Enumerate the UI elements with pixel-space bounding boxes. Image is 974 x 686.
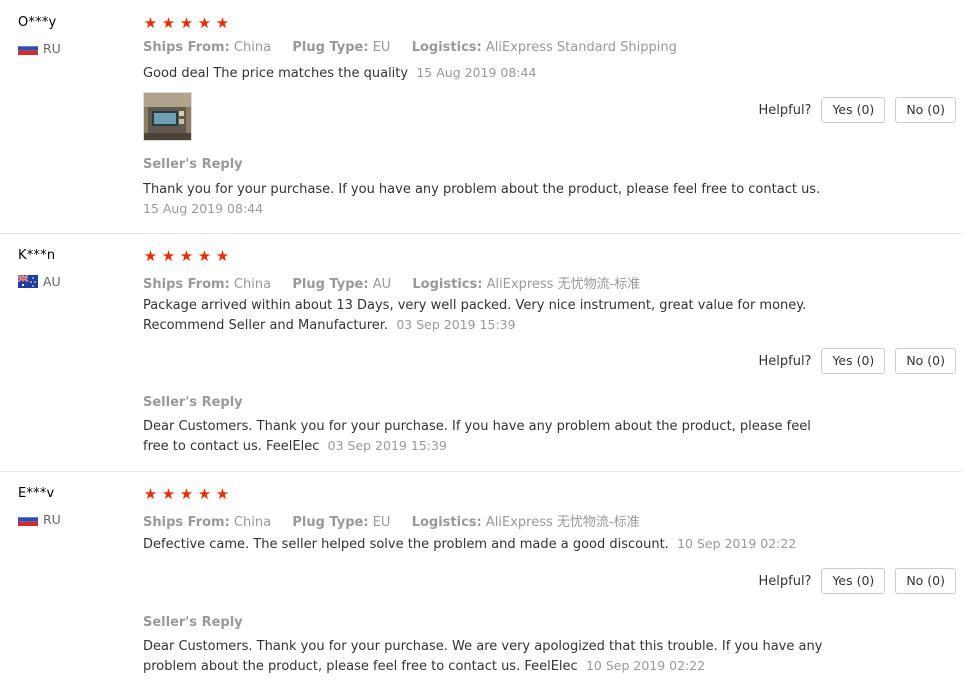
plug-type-label: Plug Type: bbox=[292, 40, 369, 55]
star-icon: ★ bbox=[161, 14, 176, 32]
helpful-yes-button[interactable]: Yes (0) bbox=[821, 568, 886, 594]
helpful-no-button[interactable]: No (0) bbox=[895, 568, 956, 594]
plug-type-value: AU bbox=[372, 277, 392, 292]
seller-reply-text: Dear Customers. Thank you for your purch… bbox=[143, 419, 811, 454]
star-icon: ★ bbox=[179, 14, 194, 32]
helpful-label: Helpful? bbox=[758, 573, 812, 589]
helpful-votes: Helpful? Yes (0) No (0) bbox=[758, 97, 956, 123]
australia-flag-icon bbox=[18, 275, 38, 288]
review-item: O***y RU ★ ★ ★ ★ ★ Ships From: China Plu… bbox=[0, 0, 962, 234]
star-icon: ★ bbox=[197, 485, 212, 503]
logistics-label: Logistics: bbox=[411, 40, 482, 55]
star-icon: ★ bbox=[215, 485, 230, 503]
logistics-label: Logistics: bbox=[411, 515, 482, 530]
country-code: RU bbox=[43, 41, 61, 56]
review-content: Good deal The price matches the quality … bbox=[143, 63, 843, 83]
ships-from-label: Ships From: bbox=[143, 277, 230, 292]
rating-stars: ★ ★ ★ ★ ★ bbox=[143, 249, 230, 264]
seller-reply: Dear Customers. Thank you for your purch… bbox=[143, 417, 833, 456]
helpful-no-button[interactable]: No (0) bbox=[895, 348, 956, 374]
order-attributes: Ships From: China Plug Type: EU Logistic… bbox=[143, 40, 677, 55]
star-icon: ★ bbox=[179, 485, 194, 503]
star-icon: ★ bbox=[179, 247, 194, 265]
star-icon: ★ bbox=[197, 14, 212, 32]
rating-stars: ★ ★ ★ ★ ★ bbox=[143, 16, 230, 31]
reviewer-country: RU bbox=[18, 512, 61, 527]
review-date: 10 Sep 2019 02:22 bbox=[677, 536, 797, 551]
star-icon: ★ bbox=[215, 247, 230, 265]
seller-reply-text: Thank you for your purchase. If you have… bbox=[143, 182, 821, 197]
feedback-list: O***y RU ★ ★ ★ ★ ★ Ships From: China Plu… bbox=[0, 0, 974, 686]
ships-from-value: China bbox=[233, 40, 272, 55]
helpful-yes-button[interactable]: Yes (0) bbox=[821, 97, 886, 123]
logistics-value: AliExpress Standard Shipping bbox=[485, 40, 677, 55]
review-text: Defective came. The seller helped solve … bbox=[143, 537, 669, 552]
review-item: K***n AU ★ ★ ★ ★ ★ Ships From: China Plu… bbox=[0, 234, 962, 472]
star-icon: ★ bbox=[161, 485, 176, 503]
star-icon: ★ bbox=[143, 14, 158, 32]
seller-reply-label: Seller's Reply bbox=[143, 615, 243, 630]
reviewer-name: K***n bbox=[18, 248, 56, 263]
helpful-no-button[interactable]: No (0) bbox=[895, 97, 956, 123]
helpful-yes-button[interactable]: Yes (0) bbox=[821, 348, 886, 374]
plug-type-label: Plug Type: bbox=[292, 515, 369, 530]
seller-reply-text: Dear Customers. Thank you for your purch… bbox=[143, 639, 823, 674]
country-code: RU bbox=[43, 512, 61, 527]
seller-reply: Thank you for your purchase. If you have… bbox=[143, 180, 833, 219]
rating-stars: ★ ★ ★ ★ ★ bbox=[143, 487, 230, 502]
seller-reply-date: 10 Sep 2019 02:22 bbox=[585, 658, 706, 673]
ships-from-value: China bbox=[233, 277, 272, 292]
review-date: 15 Aug 2019 08:44 bbox=[416, 65, 537, 80]
ships-from-value: China bbox=[233, 515, 272, 530]
plug-type-value: EU bbox=[372, 40, 391, 55]
helpful-votes: Helpful? Yes (0) No (0) bbox=[758, 568, 956, 594]
order-attributes: Ships From: China Plug Type: EU Logistic… bbox=[143, 511, 640, 530]
review-photo-thumbnail[interactable] bbox=[143, 92, 192, 141]
helpful-label: Helpful? bbox=[758, 353, 812, 369]
star-icon: ★ bbox=[143, 485, 158, 503]
order-attributes: Ships From: China Plug Type: AU Logistic… bbox=[143, 273, 640, 292]
ships-from-label: Ships From: bbox=[143, 40, 230, 55]
star-icon: ★ bbox=[143, 247, 158, 265]
star-icon: ★ bbox=[161, 247, 176, 265]
russia-flag-icon bbox=[18, 42, 38, 55]
reviewer-name: O***y bbox=[18, 15, 57, 30]
review-date: 03 Sep 2019 15:39 bbox=[396, 317, 516, 332]
ships-from-label: Ships From: bbox=[143, 515, 230, 530]
reviewer-name: E***v bbox=[18, 486, 55, 501]
seller-reply-label: Seller's Reply bbox=[143, 157, 243, 172]
star-icon: ★ bbox=[215, 14, 230, 32]
review-item: E***v RU ★ ★ ★ ★ ★ Ships From: China Plu… bbox=[0, 472, 962, 686]
reviewer-country: RU bbox=[18, 41, 61, 56]
helpful-votes: Helpful? Yes (0) No (0) bbox=[758, 348, 956, 374]
seller-reply-label: Seller's Reply bbox=[143, 395, 243, 410]
logistics-value: AliExpress 无忧物流-标准 bbox=[485, 515, 640, 530]
country-code: AU bbox=[43, 274, 61, 289]
review-text: Good deal The price matches the quality bbox=[143, 66, 409, 81]
seller-reply-date: 03 Sep 2019 15:39 bbox=[327, 438, 447, 453]
russia-flag-icon bbox=[18, 513, 38, 526]
plug-type-value: EU bbox=[372, 515, 391, 530]
review-content: Package arrived within about 13 Days, ve… bbox=[143, 296, 843, 335]
seller-reply-date: 15 Aug 2019 08:44 bbox=[143, 201, 264, 216]
review-content: Defective came. The seller helped solve … bbox=[143, 534, 843, 554]
reviewer-country: AU bbox=[18, 274, 61, 289]
helpful-label: Helpful? bbox=[758, 102, 812, 118]
star-icon: ★ bbox=[197, 247, 212, 265]
seller-reply: Dear Customers. Thank you for your purch… bbox=[143, 637, 833, 676]
plug-type-label: Plug Type: bbox=[292, 277, 369, 292]
logistics-value: AliExpress 无忧物流-标准 bbox=[486, 277, 641, 292]
logistics-label: Logistics: bbox=[412, 277, 483, 292]
